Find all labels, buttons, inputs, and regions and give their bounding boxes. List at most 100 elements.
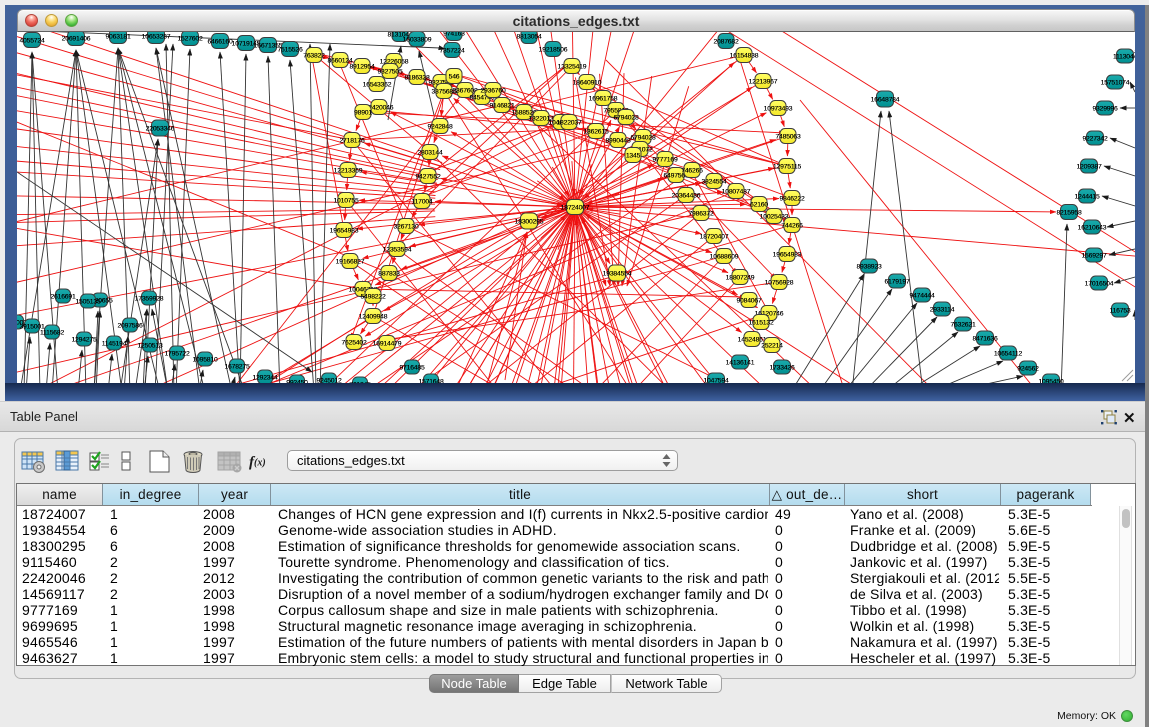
svg-text:10653287: 10653287 (142, 34, 171, 41)
svg-text:6794028: 6794028 (630, 135, 655, 142)
svg-text:1209387: 1209387 (1076, 164, 1101, 171)
svg-text:10807487: 10807487 (722, 189, 751, 196)
svg-text:10688609: 10688609 (710, 254, 739, 261)
svg-text:8938923: 8938923 (856, 264, 881, 271)
svg-text:9242848: 9242848 (427, 124, 452, 131)
svg-text:16033809: 16033809 (403, 37, 432, 44)
svg-text:1615132: 1615132 (748, 320, 773, 327)
svg-text:8471636: 8471636 (972, 336, 997, 343)
svg-text:1362615: 1362615 (583, 129, 608, 136)
svg-text:1678275: 1678275 (224, 364, 249, 371)
svg-text:887833: 887833 (378, 271, 400, 278)
svg-text:1244415: 1244415 (1074, 194, 1099, 201)
svg-text:992450: 992450 (286, 380, 308, 384)
svg-text:744266: 744266 (781, 223, 803, 230)
svg-text:16961758: 16961758 (589, 96, 618, 103)
svg-text:1345: 1345 (626, 153, 641, 160)
svg-text:18720407: 18720407 (700, 234, 729, 241)
svg-text:9063181: 9063181 (105, 34, 130, 41)
svg-text:1822037: 1822037 (556, 120, 581, 127)
svg-text:8813054: 8813054 (516, 34, 541, 41)
svg-text:252214: 252214 (761, 343, 783, 350)
svg-text:1733426: 1733426 (769, 365, 794, 372)
svg-text:2616691: 2616691 (50, 294, 75, 301)
svg-text:9327505: 9327505 (377, 69, 402, 76)
svg-text:7986372: 7986372 (688, 211, 713, 218)
svg-text:8990448: 8990448 (605, 138, 630, 145)
svg-text:12213967: 12213967 (749, 79, 778, 86)
svg-text:6179197: 6179197 (884, 279, 909, 286)
svg-text:8912954: 8912954 (349, 64, 374, 71)
svg-text:1527602: 1527602 (177, 36, 202, 43)
svg-text:17016504: 17016504 (1085, 281, 1114, 288)
svg-text:9777169: 9777169 (652, 157, 677, 164)
svg-text:7625402: 7625402 (341, 340, 366, 347)
svg-text:13325419: 13325419 (558, 64, 587, 71)
svg-text:16648784: 16648784 (871, 97, 900, 104)
svg-text:1292344: 1292344 (252, 375, 277, 382)
svg-text:16154838: 16154838 (730, 53, 759, 60)
svg-text:10654112: 10654112 (994, 351, 1023, 358)
svg-text:2803144: 2803144 (417, 150, 442, 157)
svg-text:4055724: 4055724 (19, 38, 44, 45)
svg-text:7632621: 7632621 (950, 322, 975, 329)
svg-text:9846222: 9846222 (779, 196, 804, 203)
svg-text:8215958: 8215958 (1056, 210, 1081, 217)
svg-text:10973493: 10973493 (764, 106, 793, 113)
svg-text:19166827: 19166827 (336, 259, 365, 266)
svg-text:1250513: 1250513 (137, 343, 162, 350)
svg-text:19218506: 19218506 (539, 47, 568, 54)
svg-text:98901: 98901 (354, 110, 372, 117)
svg-text:3267130: 3267130 (393, 224, 418, 231)
svg-text:19654983: 19654983 (330, 228, 359, 235)
svg-text:6794028: 6794028 (613, 115, 638, 122)
svg-text:1571648: 1571648 (418, 379, 443, 384)
svg-text:12353594: 12353594 (383, 247, 412, 254)
svg-text:1145194: 1145194 (102, 341, 127, 348)
svg-text:3824554: 3824554 (701, 179, 726, 186)
svg-text:1010755: 1010755 (333, 198, 358, 205)
svg-text:1047594: 1047594 (703, 378, 728, 384)
svg-text:22053346: 22053346 (146, 126, 175, 133)
svg-text:14136141: 14136141 (726, 360, 755, 367)
svg-text:1113044: 1113044 (1113, 54, 1135, 61)
svg-text:116753: 116753 (1110, 308, 1131, 315)
svg-text:9084067: 9084067 (736, 298, 761, 305)
svg-text:7485063: 7485063 (775, 134, 800, 141)
svg-text:5498222: 5498222 (360, 294, 385, 301)
svg-text:746266: 746266 (681, 168, 703, 175)
svg-text:20691406: 20691406 (62, 36, 91, 43)
svg-text:10025433: 10025433 (760, 214, 789, 221)
svg-text:20364436: 20364436 (672, 193, 701, 200)
svg-text:10756928: 10756928 (765, 280, 794, 287)
svg-text:7357224: 7357224 (439, 48, 464, 55)
svg-text:18640910: 18640910 (573, 80, 602, 87)
svg-text:17359928: 17359928 (135, 296, 164, 303)
svg-text:974163: 974163 (443, 32, 465, 38)
svg-text:1294275: 1294275 (71, 337, 96, 344)
svg-text:9227342: 9227342 (1082, 136, 1107, 143)
svg-text:1095810: 1095810 (192, 357, 217, 364)
svg-text:9716485: 9716485 (399, 365, 424, 372)
svg-text:12975115: 12975115 (773, 164, 802, 171)
svg-text:19384554: 19384554 (603, 271, 632, 278)
svg-text:761245: 761245 (349, 382, 371, 384)
svg-text:16543362: 16543362 (363, 82, 392, 89)
svg-text:9245012: 9245012 (316, 378, 341, 384)
svg-text:15751074: 15751074 (1101, 80, 1130, 87)
svg-text:62160: 62160 (750, 202, 768, 209)
svg-text:18807249: 18807249 (726, 275, 755, 282)
svg-text:7515526: 7515526 (277, 47, 302, 54)
svg-text:1115682: 1115682 (40, 330, 64, 337)
svg-text:12213369: 12213369 (334, 168, 363, 175)
svg-text:546: 546 (449, 74, 460, 81)
svg-text:19654983: 19654983 (773, 252, 802, 259)
svg-text:2718176: 2718176 (339, 138, 364, 145)
svg-text:117004: 117004 (412, 199, 433, 206)
svg-text:16914479: 16914479 (373, 341, 402, 348)
svg-text:9427552: 9427552 (415, 174, 440, 181)
svg-text:9329996: 9329996 (1092, 106, 1117, 113)
svg-text:1505135: 1505135 (75, 299, 100, 306)
svg-text:16210643: 16210643 (1078, 225, 1107, 232)
svg-text:8186328: 8186328 (404, 75, 429, 82)
